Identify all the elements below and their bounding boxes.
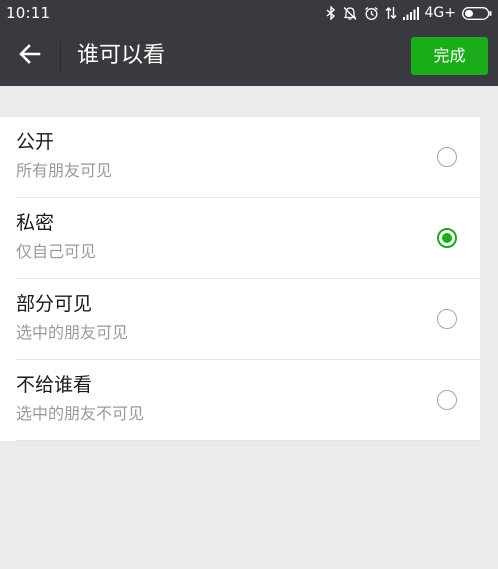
- radio-checked-icon[interactable]: [437, 228, 457, 248]
- option-public[interactable]: 公开 所有朋友可见: [0, 117, 480, 198]
- option-title: 公开: [16, 131, 55, 153]
- page-title: 谁可以看: [77, 43, 166, 68]
- option-description: 所有朋友可见: [16, 161, 113, 180]
- status-icons: 4G+: [326, 4, 493, 22]
- battery-icon: [462, 6, 492, 20]
- vibrate-icon: [342, 6, 358, 21]
- radio-unchecked-icon[interactable]: [437, 147, 457, 167]
- option-private[interactable]: 私密 仅自己可见: [0, 198, 480, 279]
- radio-unchecked-icon[interactable]: [437, 309, 457, 329]
- option-partial-visible[interactable]: 部分可见 选中的朋友可见: [0, 279, 480, 360]
- done-button[interactable]: 完成: [411, 37, 488, 75]
- bluetooth-icon: [326, 6, 336, 20]
- option-description: 选中的朋友可见: [16, 323, 129, 342]
- option-title: 不给谁看: [16, 374, 93, 396]
- status-bar: 10:11 4G+: [0, 0, 498, 27]
- network-type: 4G+: [424, 5, 457, 21]
- radio-unchecked-icon[interactable]: [437, 390, 457, 410]
- option-hide-from[interactable]: 不给谁看 选中的朋友不可见: [0, 360, 480, 441]
- status-time: 10:11: [6, 4, 51, 22]
- option-description: 仅自己可见: [16, 242, 97, 261]
- toolbar-divider: [60, 41, 61, 73]
- visibility-options-list: 公开 所有朋友可见 私密 仅自己可见 部分可见 选中的朋友可见 不给谁看 选中的…: [0, 117, 480, 441]
- option-description: 选中的朋友不可见: [16, 404, 145, 423]
- arrow-left-icon: [19, 44, 41, 68]
- option-title: 部分可见: [16, 293, 93, 315]
- signal-icon: [402, 6, 419, 20]
- option-title: 私密: [16, 212, 55, 234]
- back-button[interactable]: [10, 36, 50, 76]
- data-transfer-icon: [385, 6, 397, 20]
- toolbar: 谁可以看 完成: [0, 27, 498, 86]
- row-divider: [16, 440, 480, 441]
- alarm-icon: [364, 6, 379, 21]
